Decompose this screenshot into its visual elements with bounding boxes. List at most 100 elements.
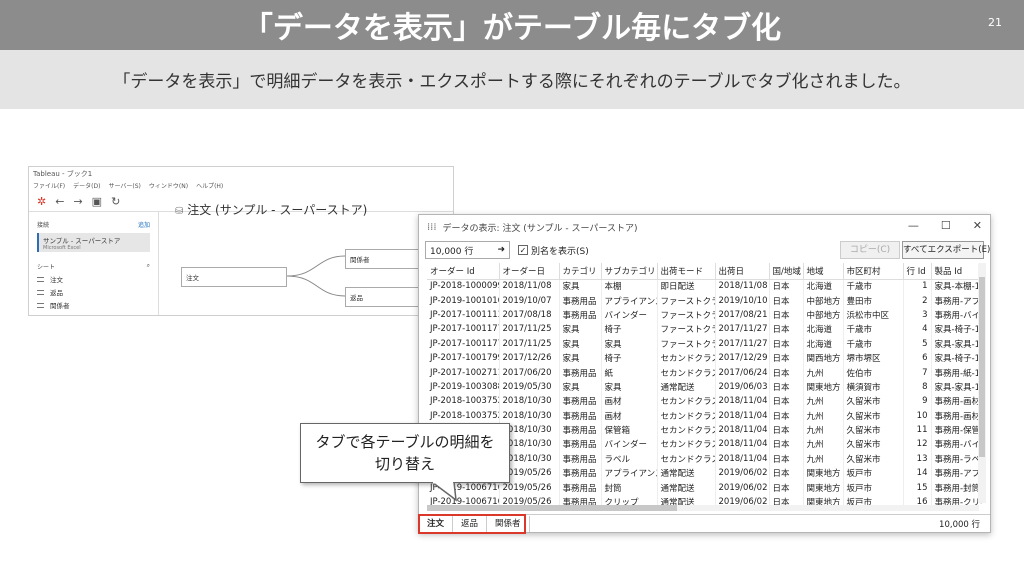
table-cell: セカンドクラス [657,408,716,423]
table-row[interactable]: JP-2019-1006716 2019/05/26 事務用品 封筒 通常配送 2019/… [427,480,982,495]
sheet-item-returns[interactable]: 返品 [37,287,150,297]
menu-server[interactable]: サーバー(S) [108,181,140,192]
table-cell: 2017/11/25 [499,322,560,337]
table-row[interactable]: JP-2017-10011772017/11/25家具家具ファーストクラス201… [427,336,982,351]
refresh-icon[interactable]: ↻ [111,195,120,208]
column-header[interactable]: 地域 [803,263,844,280]
tableau-left-pane: 接続 追加 サンプル - スーパーストア Microsoft Excel シート… [29,212,159,315]
table-cell: 千歳市 [843,336,904,351]
column-header[interactable]: 製品 Id [931,263,982,280]
show-aliases-checkbox[interactable]: ✓ 別名を表示(S) [518,244,589,257]
table-cell: 家具 [559,379,602,395]
callout-line2: 切り替え [374,455,435,473]
table-cell: 椅子 [601,322,658,337]
table-cell: 通常配送 [657,466,716,481]
table-cell: 6 [903,350,932,366]
table-row[interactable]: JP-2019-10067162019/05/26事務用品アプライアンス通常配送… [427,466,982,481]
export-all-button[interactable]: すべてエクスポート(E) [902,241,990,259]
table-cell: 10 [903,408,932,423]
table-cell: バインダー [601,307,658,323]
column-header[interactable]: 国/地域 [769,263,804,280]
table-cell: 坂戸市 [843,466,904,481]
datasource-type: Microsoft Excel [43,245,81,251]
table-row[interactable]: JP-2019-1003088 2019/05/30 家具 家具 通常配送 2019/06… [427,379,982,395]
arrow-right-icon[interactable]: ➜ [497,245,505,255]
tableau-menu: ファイル(F) データ(D) サーバー(S) ウィンドウ(N) ヘルプ(H) [29,181,453,192]
table-cell: ファーストクラス [657,293,716,308]
column-header[interactable]: 市区町村 [843,263,904,280]
table-cell: JP-2018-1003752 [427,408,500,423]
table-row[interactable]: JP-2018-10037522018/10/30事務用品保管箱セカンドクラス2… [427,422,982,438]
minimize-icon[interactable]: — [908,219,919,232]
table-cell: 関東地方 [803,494,844,505]
table-row[interactable]: JP-2017-1001799 2017/12/26 家具 椅子 セカンドクラス 2017… [427,350,982,366]
table-row[interactable]: JP-2017-1001113 2017/08/18 事務用品 バインダー ファーストク… [427,307,982,323]
table-cell: 日本 [769,293,804,308]
table-cell: JP-2017-1001177 [427,322,500,337]
callout-line1: タブで各テーブルの明細を [315,433,495,451]
datasource-item[interactable]: サンプル - スーパーストア Microsoft Excel [37,233,150,252]
relationship-lines [287,255,346,297]
table-row[interactable]: JP-2018-10037522018/10/30事務用品バインダーセカンドクラ… [427,437,982,452]
table-cell: 2017/08/21 [715,307,770,323]
back-icon[interactable]: ← [55,195,64,208]
table-cell: 事務用-クリ-100 [931,494,982,505]
node-orders[interactable]: 注文 [181,267,287,287]
column-header[interactable]: 出荷モード [657,263,716,280]
column-header[interactable]: 行 Id [903,263,932,280]
maximize-icon[interactable]: ☐ [941,219,951,232]
node-returns[interactable]: 返品 [345,287,425,307]
table-row[interactable]: JP-2018-1000099 2018/11/08 家具 本棚 即日配送 2018/11… [427,279,982,294]
table-row[interactable]: JP-2019-10010162019/10/07事務用品アプライアンスファース… [427,293,982,308]
column-header[interactable]: オーダー日 [499,263,560,280]
table-cell: 日本 [769,480,804,495]
data-grid: オーダー Id オーダー日 カテゴリ サブカテゴリ 出荷モード 出荷日 国/地域 地域 市区町村… [427,263,982,505]
menu-help[interactable]: ヘルプ(H) [196,181,223,192]
add-connection-link[interactable]: 追加 [138,220,150,229]
table-cell: 2017/06/20 [499,365,560,380]
column-header[interactable]: オーダー Id [427,263,500,280]
table-row[interactable]: JP-2018-1003752 2018/10/30 事務用品 画材 セカンドクラス 20… [427,394,982,409]
rows-input[interactable]: 10,000 行 ➜ [425,241,510,259]
menu-window[interactable]: ウィンドウ(N) [149,181,188,192]
save-icon[interactable]: ▣ [92,195,102,208]
table-cell: 画材 [601,408,658,423]
sheet-item-people[interactable]: 関係者 [37,300,150,310]
table-cell: 日本 [769,307,804,323]
column-header[interactable]: 出荷日 [715,263,770,280]
close-icon[interactable]: ✕ [973,219,982,232]
table-row[interactable]: JP-2018-10037522018/10/30事務用品ラベルセカンドクラス2… [427,451,982,467]
column-header[interactable]: サブカテゴリ [601,263,658,280]
sheet-item-orders[interactable]: 注文 [37,274,150,284]
callout-tail [430,482,457,502]
table-cell: 1 [903,279,932,294]
horizontal-scrollbar[interactable] [427,505,979,511]
slide-subtitle-bar: 「データを表示」で明細データを表示・エクスポートする際にそれぞれのテーブルでタブ… [0,50,1024,109]
table-cell: 事務用品 [559,466,602,481]
column-header[interactable]: カテゴリ [559,263,602,280]
table-cell: 坂戸市 [843,480,904,495]
menu-file[interactable]: ファイル(F) [33,181,65,192]
menu-data[interactable]: データ(D) [73,181,100,192]
table-cell: 事務用品 [559,422,602,438]
table-cell: 家具 [559,336,602,351]
table-row[interactable]: JP-2018-1003752 2018/10/30 事務用品 画材 セカンドクラス 20… [427,408,982,423]
table-cell: 事務用品 [559,437,602,452]
node-people[interactable]: 関係者 [345,249,425,269]
table-cell: 2019/10/10 [715,293,770,308]
table-row[interactable]: JP-2019-1006716 2019/05/26 事務用品 クリップ 通常配送 201… [427,494,982,505]
copy-button[interactable]: コピー(C) [840,241,900,259]
forward-icon[interactable]: → [73,195,82,208]
table-cell: 紙 [601,365,658,380]
table-cell: 14 [903,466,932,481]
vertical-scroll-thumb[interactable] [979,277,985,457]
table-row[interactable]: JP-2017-1002711 2017/06/20 事務用品紙セカンドクラス 201… [427,365,982,380]
horizontal-scroll-thumb[interactable] [427,505,677,511]
search-icon[interactable]: ⌕ [147,262,150,271]
connections-label: 接続 [37,222,50,229]
table-cell: 事務用-バイ-10 [931,437,982,452]
table-cell: 2017/11/25 [499,336,560,351]
table-cell: 通常配送 [657,494,716,505]
vertical-scrollbar[interactable] [978,263,986,503]
table-row[interactable]: JP-2017-10011772017/11/25家具椅子ファーストクラス201… [427,322,982,337]
